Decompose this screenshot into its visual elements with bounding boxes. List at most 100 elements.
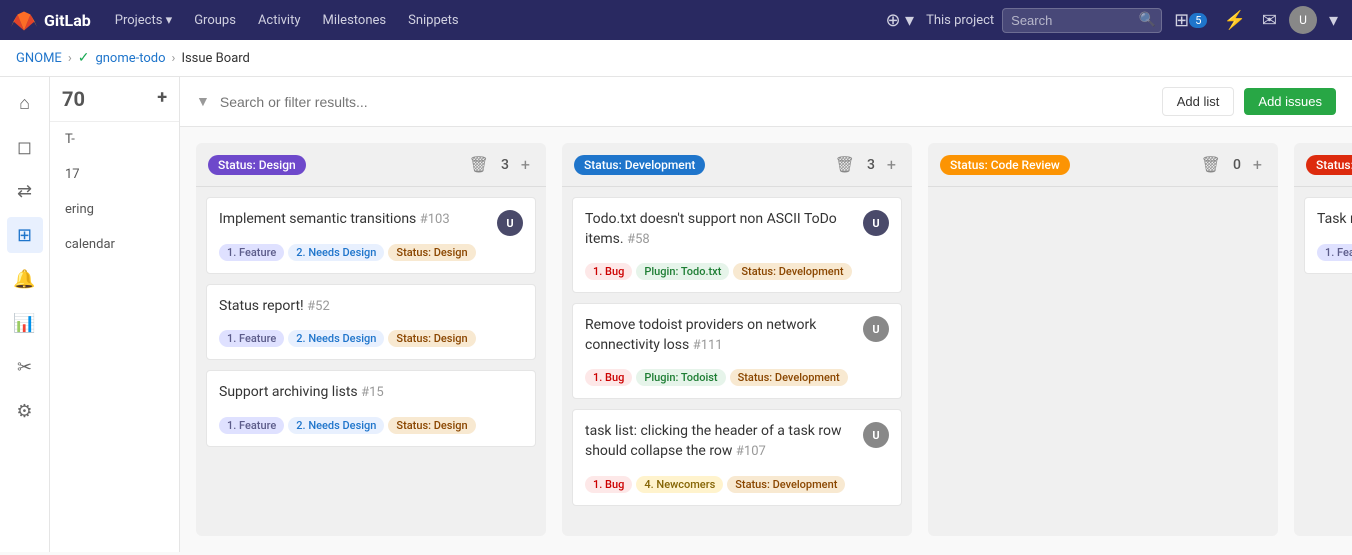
card[interactable]: Support archiving lists #15 1. Feature2. … xyxy=(206,370,536,447)
add-card-code-review[interactable]: + xyxy=(1249,153,1266,176)
sidebar-count: 70 xyxy=(62,87,85,111)
gitlab-logo[interactable]: GitLab xyxy=(10,6,91,34)
card[interactable]: Task rows shou…1. FeatureSt… xyxy=(1304,197,1352,274)
logo-text: GitLab xyxy=(44,11,91,30)
card-tag: Status: Development xyxy=(733,263,851,280)
sidebar-snippets-icon[interactable]: ✂ xyxy=(7,349,43,385)
nav-groups[interactable]: Groups xyxy=(186,9,244,32)
card-tag: 2. Needs Design xyxy=(288,417,384,434)
card-tag: 1. Feature xyxy=(219,330,284,347)
add-issues-button[interactable]: Add issues xyxy=(1244,88,1336,115)
card-tag: 1. Feature xyxy=(1317,244,1352,261)
nav-activity[interactable]: Activity xyxy=(250,9,309,32)
breadcrumb-repo[interactable]: gnome-todo xyxy=(95,51,165,66)
column-count-design: 3 xyxy=(501,157,509,173)
search-wrap: 🔍 xyxy=(1002,8,1162,33)
nav-right-section: ⊕ ▾ This project 🔍 ⊞ 5 ⚡ ✉ U ▾ xyxy=(881,6,1342,35)
monitor-icon[interactable]: ⊞ 5 xyxy=(1170,6,1211,35)
issues-icon[interactable]: ✉ xyxy=(1258,6,1281,35)
breadcrumb-gnome[interactable]: GNOME xyxy=(16,51,62,66)
sidebar-item-17[interactable]: 17 xyxy=(50,157,179,192)
card[interactable]: Implement semantic transitions #103U1. F… xyxy=(206,197,536,274)
sidebar-item-ering[interactable]: ering xyxy=(50,192,179,227)
main-content: ▼ Add list Add issues Status: Design 🗑 3 + I… xyxy=(180,77,1352,552)
nav-projects[interactable]: Projects ▾ xyxy=(107,9,180,32)
search-icon: 🔍 xyxy=(1139,12,1156,28)
column-qa: Status: QA🗑0+ Task rows shou… 1. Feature St… xyxy=(1294,143,1352,536)
merge-requests-icon[interactable]: ⚡ xyxy=(1219,6,1249,35)
card-title: task list: clicking the header of a task… xyxy=(585,422,863,461)
card-tag: Status: Development xyxy=(727,476,845,493)
card[interactable]: task list: clicking the header of a task… xyxy=(572,409,902,505)
delete-column-code-review[interactable]: 🗑 xyxy=(1197,153,1225,176)
sidebar-activity-icon[interactable]: 🔔 xyxy=(7,261,43,297)
delete-column-design[interactable]: 🗑 xyxy=(465,153,493,176)
avatar-chevron[interactable]: ▾ xyxy=(1325,6,1342,35)
card-title: Task rows shou… xyxy=(1317,210,1352,230)
card-tag: 1. Bug xyxy=(585,263,632,280)
breadcrumb: GNOME › ✓ gnome-todo › Issue Board xyxy=(0,40,1352,77)
card-tag: 1. Bug xyxy=(585,369,632,386)
column-count-development: 3 xyxy=(867,157,875,173)
app-layout: ⌂ ◻ ⇄ ⊞ 🔔 📊 ✂ ⚙ 70 + T- 17 ering calenda… xyxy=(0,77,1352,552)
sidebar-item-calendar[interactable]: calendar xyxy=(50,227,179,262)
toolbar: ▼ Add list Add issues xyxy=(180,77,1352,127)
issue-board: Status: Design 🗑 3 + Implement semantic tran… xyxy=(180,127,1352,552)
sidebar-board-icon[interactable]: ⊞ xyxy=(7,217,43,253)
card-title: Support archiving lists #15 xyxy=(219,383,384,403)
sidebar-add-btn[interactable]: + xyxy=(157,87,167,108)
card-tag: 4. Newcomers xyxy=(636,476,723,493)
nav-snippets[interactable]: Snippets xyxy=(400,9,467,32)
sidebar-settings-icon[interactable]: ⚙ xyxy=(7,393,43,429)
left-sidebar: ⌂ ◻ ⇄ ⊞ 🔔 📊 ✂ ⚙ xyxy=(0,77,50,552)
add-card-development[interactable]: + xyxy=(883,153,900,176)
card-title: Status report! #52 xyxy=(219,297,330,317)
add-list-button[interactable]: Add list xyxy=(1162,87,1235,116)
breadcrumb-sep1: › xyxy=(68,51,72,66)
this-project-label: This project xyxy=(926,13,994,28)
sidebar-home-icon[interactable]: ⌂ xyxy=(7,85,43,121)
sidebar-analytics-icon[interactable]: 📊 xyxy=(7,305,43,341)
card-tag: 1. Feature xyxy=(219,417,284,434)
user-avatar[interactable]: U xyxy=(1289,6,1317,34)
cards-development: Todo.txt doesn't support non ASCII ToDo … xyxy=(562,187,912,536)
card-avatar: U xyxy=(497,210,523,236)
filter-icon: ▼ xyxy=(196,93,210,110)
card-tag: Plugin: Todo.txt xyxy=(636,263,729,280)
create-btn[interactable]: ⊕ ▾ xyxy=(881,6,918,35)
sidebar-merge-icon[interactable]: ⇄ xyxy=(7,173,43,209)
sidebar-item-t[interactable]: T- xyxy=(50,122,179,157)
status-label-code-review: Status: Code Review xyxy=(940,155,1070,175)
nav-milestones[interactable]: Milestones xyxy=(315,9,395,32)
sidebar-issues-icon[interactable]: ◻ xyxy=(7,129,43,165)
repo-check-icon: ✓ xyxy=(78,50,90,66)
card[interactable]: Status report! #52 1. Feature2. Needs Des… xyxy=(206,284,536,361)
card-title: Implement semantic transitions #103 xyxy=(219,210,450,230)
column-count-code-review: 0 xyxy=(1233,157,1241,173)
delete-column-development[interactable]: 🗑 xyxy=(831,153,859,176)
card-tag: Status: Design xyxy=(388,330,475,347)
column-code-review: Status: Code Review 🗑 0 + xyxy=(928,143,1278,536)
card[interactable]: Remove todoist providers on network conn… xyxy=(572,303,902,399)
project-sidebar: 70 + T- 17 ering calendar xyxy=(50,77,180,552)
card-title: Remove todoist providers on network conn… xyxy=(585,316,863,355)
status-label-design: Status: Design xyxy=(208,155,306,175)
column-development: Status: Development 🗑 3 + Todo.txt doesn't s… xyxy=(562,143,912,536)
card-tag: Status: Design xyxy=(388,417,475,434)
cards-design: Implement semantic transitions #103 U 1. F… xyxy=(196,187,546,536)
card-title: Todo.txt doesn't support non ASCII ToDo … xyxy=(585,210,863,249)
column-header-code-review: Status: Code Review 🗑 0 + xyxy=(928,143,1278,187)
card-tag: 1. Bug xyxy=(585,476,632,493)
filter-input[interactable] xyxy=(220,94,1152,110)
card-tag: 2. Needs Design xyxy=(288,330,384,347)
card[interactable]: Todo.txt doesn't support non ASCII ToDo … xyxy=(572,197,902,293)
add-card-design[interactable]: + xyxy=(517,153,534,176)
column-design: Status: Design 🗑 3 + Implement semantic tran… xyxy=(196,143,546,536)
column-header-qa: Status: QA🗑0+ xyxy=(1294,143,1352,187)
breadcrumb-page: Issue Board xyxy=(181,51,249,66)
status-label-development: Status: Development xyxy=(574,155,705,175)
card-avatar: U xyxy=(863,316,889,342)
card-tag: Status: Design xyxy=(388,244,475,261)
breadcrumb-sep2: › xyxy=(172,51,176,66)
status-label-qa: Status: QA xyxy=(1306,155,1352,175)
